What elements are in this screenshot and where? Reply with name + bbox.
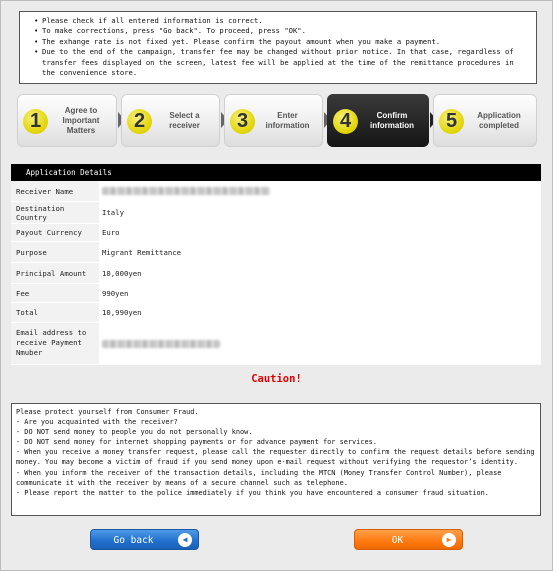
row-label: Total (11, 303, 99, 322)
step-number-badge: 2 (127, 109, 152, 134)
row-value: 10,000yen (99, 263, 541, 283)
forward-arrow-icon: ▶ (442, 533, 456, 547)
step-5: 5 Application completed (433, 94, 537, 147)
step-label: Enter information (265, 110, 310, 130)
row-label: Purpose (11, 242, 99, 262)
table-row: Total 10,990yen (11, 303, 541, 323)
row-label: Fee (11, 284, 99, 302)
row-label: Email address to receive Payment Nmuber (11, 323, 99, 364)
notice-item: Due to the end of the campaign, transfer… (34, 47, 528, 78)
table-row: Fee 990yen (11, 284, 541, 303)
fraud-line: - DO NOT send money for internet shoppin… (16, 438, 377, 447)
step-label: Application completed (477, 110, 521, 130)
row-label: Payout Currency (11, 224, 99, 241)
caution-heading: Caution! (251, 373, 302, 385)
table-row: Email address to receive Payment Nmuber (11, 323, 541, 365)
fraud-line: - Are you acquainted with the receiver? (16, 418, 178, 427)
redacted-text (102, 339, 220, 348)
step-label: Confirm information (370, 110, 414, 130)
row-label: Destination Country (11, 202, 99, 223)
step-number-badge: 1 (23, 109, 48, 134)
go-back-label: Go back (113, 535, 154, 546)
step-3: 3 Enter information (224, 94, 323, 147)
table-row: Payout Currency Euro (11, 224, 541, 242)
row-label: Receiver Name (11, 181, 99, 201)
step-2: 2 Select a receiver (121, 94, 220, 147)
step-1: 1 Agree to Important Matters (17, 94, 117, 147)
email-value (99, 323, 541, 364)
row-label: Principal Amount (11, 263, 99, 283)
ok-label: OK (391, 535, 404, 546)
table-row: Receiver Name (11, 181, 541, 202)
notice-item: To make corrections, press "Go back". To… (34, 26, 528, 36)
table-row: Purpose Migrant Remittance (11, 242, 541, 263)
application-details-table: Application Details Receiver Name Destin… (11, 164, 541, 365)
row-value: Migrant Remittance (99, 242, 541, 262)
notice-item: Please check if all entered information … (34, 16, 528, 26)
row-value: 10,990yen (99, 303, 541, 322)
progress-steps: 1 Agree to Important Matters 2 Select a … (17, 94, 537, 147)
fraud-line: - DO NOT send money to people you do not… (16, 428, 253, 437)
table-row: Principal Amount 10,000yen (11, 263, 541, 284)
redacted-text (102, 187, 270, 195)
ok-button[interactable]: OK ▶ (354, 529, 463, 550)
back-arrow-icon: ◀ (178, 533, 192, 547)
step-number-badge: 3 (230, 109, 255, 134)
go-back-button[interactable]: Go back ◀ (90, 529, 199, 550)
fraud-line: Please protect yourself from Consumer Fr… (16, 408, 199, 416)
row-value: 990yen (99, 284, 541, 302)
step-label: Agree to Important Matters (62, 105, 100, 135)
fraud-line: - Please report the matter to the police… (16, 488, 489, 497)
receiver-name-value (99, 181, 541, 201)
step-label: Select a receiver (169, 110, 200, 130)
row-value: Italy (99, 202, 541, 223)
fraud-line: - When you receive a money transfer requ… (16, 448, 535, 467)
table-row: Destination Country Italy (11, 202, 541, 224)
row-value: Euro (99, 224, 541, 241)
notice-item: The exhange rate is not fixed yet. Pleas… (34, 37, 528, 47)
step-number-badge: 4 (333, 109, 358, 134)
fraud-line: - When you inform the receiver of the tr… (16, 468, 502, 487)
notice-box: Please check if all entered information … (19, 11, 537, 84)
details-title: Application Details (11, 164, 541, 181)
fraud-warning-box: Please protect yourself from Consumer Fr… (11, 403, 541, 516)
step-4-current: 4 Confirm information (327, 94, 429, 147)
step-number-badge: 5 (439, 109, 464, 134)
